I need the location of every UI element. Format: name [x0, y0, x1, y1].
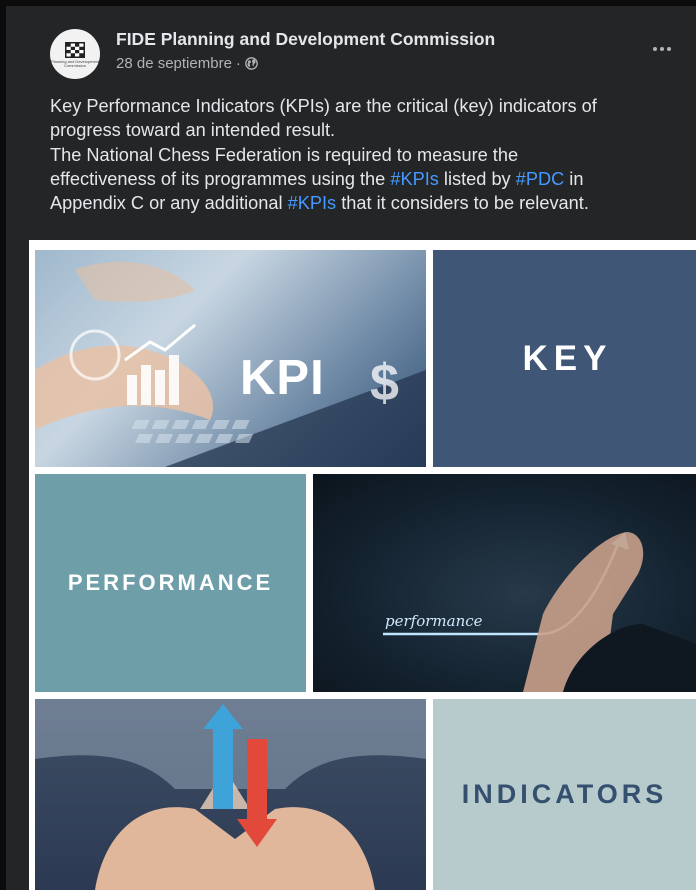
- post-text-line: effectiveness of its programmes using th…: [50, 167, 690, 191]
- post-card: Planning and Development Commission FIDE…: [6, 6, 696, 890]
- indicators-tile: INDICATORS: [433, 699, 696, 890]
- text-fragment: listed by: [438, 168, 516, 189]
- text-fragment: that it considers to be relevant.: [336, 193, 589, 214]
- performance-word: PERFORMANCE: [67, 570, 274, 595]
- more-dot: [660, 47, 664, 51]
- hashtag-kpis-link[interactable]: #KPIs: [390, 169, 439, 189]
- post-meta: 28 de septiembre ·: [116, 55, 258, 72]
- text-fragment: effectiveness of its programmes using th…: [50, 168, 391, 189]
- post-image[interactable]: $ KPI KEY PERFORMANCE performance INDICA…: [29, 240, 696, 890]
- post-date[interactable]: 28 de septiembre: [116, 55, 232, 72]
- indicators-word: INDICATORS: [461, 779, 668, 809]
- hands-arrows-illustration: [35, 699, 426, 890]
- kpi-word: KPI: [240, 351, 325, 405]
- key-word: KEY: [522, 338, 613, 378]
- performance-tile: PERFORMANCE: [35, 474, 306, 692]
- post-text-line: progress toward an intended result.: [50, 120, 336, 141]
- meta-separator: ·: [235, 55, 241, 72]
- performance-photo: performance: [313, 474, 696, 692]
- post-text-line: The National Chess Federation is require…: [50, 144, 519, 165]
- hashtag-pdc-link[interactable]: #PDC: [516, 169, 565, 189]
- post-text-line: Appendix C or any additional #KPIs that …: [50, 191, 690, 215]
- rising-line-illustration: [383, 532, 696, 692]
- performance-script-word: performance: [385, 612, 483, 630]
- more-dot: [653, 47, 657, 51]
- kpi-keyboard-photo: $ KPI: [35, 250, 426, 467]
- post-text-line: Key Performance Indicators (KPIs) are th…: [50, 96, 597, 116]
- chessboard-icon: [65, 42, 85, 58]
- page-name-link[interactable]: FIDE Planning and Development Commission: [116, 29, 495, 50]
- post-text: Key Performance Indicators (KPIs) are th…: [50, 94, 690, 215]
- avatar-caption: Planning and Development Commission: [50, 59, 100, 68]
- hands-arrows-photo: [35, 699, 426, 890]
- post-header: Planning and Development Commission FIDE…: [6, 6, 696, 79]
- page-avatar[interactable]: Planning and Development Commission: [50, 29, 100, 79]
- text-fragment: in: [564, 168, 584, 189]
- text-fragment: Appendix C or any additional: [50, 193, 288, 214]
- svg-text:$: $: [370, 354, 399, 412]
- keyboard-illustration: $: [35, 261, 426, 467]
- more-dot: [667, 47, 671, 51]
- more-options-icon[interactable]: [646, 36, 678, 62]
- key-tile: KEY: [433, 250, 696, 467]
- hashtag-kpis-link[interactable]: #KPIs: [288, 193, 337, 213]
- globe-icon[interactable]: [245, 57, 258, 70]
